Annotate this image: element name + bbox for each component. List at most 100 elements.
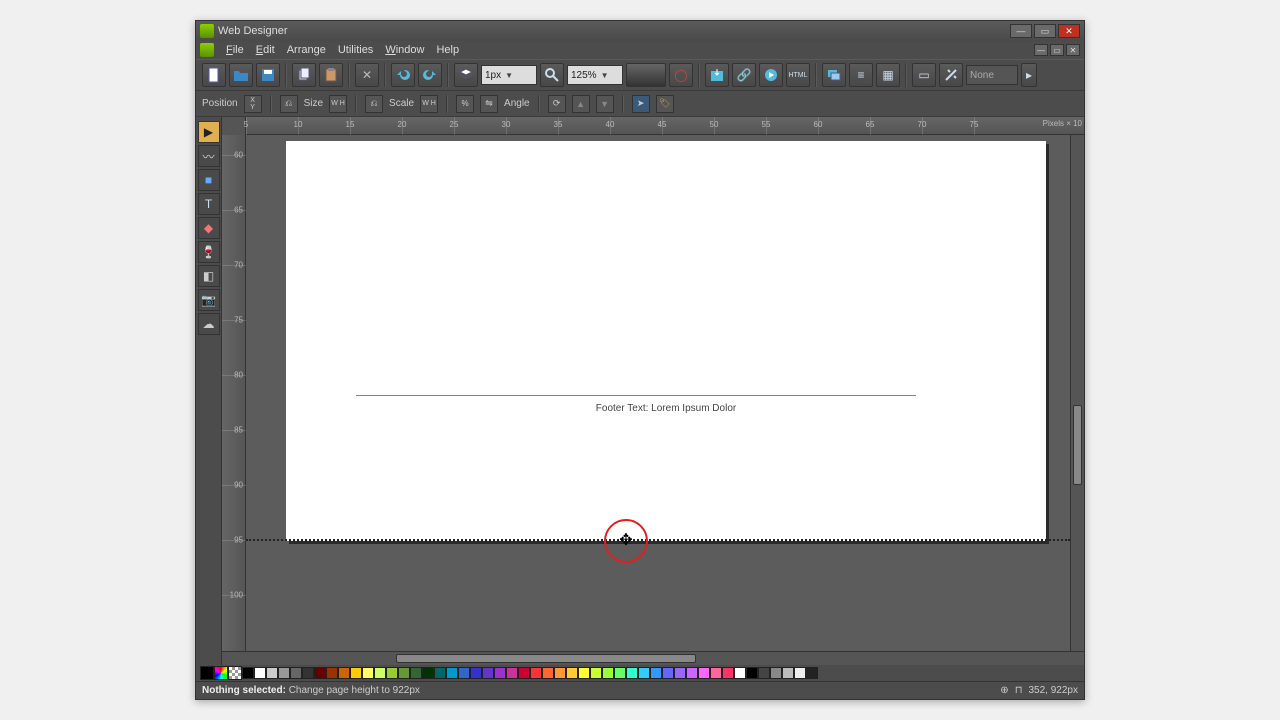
color-swatch[interactable] bbox=[806, 667, 818, 679]
selector-tool-icon[interactable]: ▶ bbox=[198, 121, 220, 143]
color-swatch[interactable] bbox=[530, 667, 542, 679]
names-combo[interactable]: None bbox=[966, 65, 1018, 85]
vertical-scroll-thumb[interactable] bbox=[1073, 405, 1082, 485]
vertical-scrollbar[interactable] bbox=[1070, 135, 1084, 651]
color-swatch[interactable] bbox=[770, 667, 782, 679]
flip-icon[interactable]: ⇋ bbox=[480, 95, 498, 113]
color-swatch[interactable] bbox=[590, 667, 602, 679]
color-swatch[interactable] bbox=[686, 667, 698, 679]
doc-restore-button[interactable]: ▭ bbox=[1050, 44, 1064, 56]
color-swatch[interactable] bbox=[374, 667, 386, 679]
current-fill-swatch[interactable] bbox=[200, 666, 214, 680]
menu-help[interactable]: Help bbox=[430, 44, 465, 56]
color-swatch[interactable] bbox=[578, 667, 590, 679]
color-swatch[interactable] bbox=[506, 667, 518, 679]
horizontal-scroll-thumb[interactable] bbox=[396, 654, 696, 663]
color-swatch[interactable] bbox=[470, 667, 482, 679]
pointer-mode-icon[interactable]: ➤ bbox=[632, 95, 650, 113]
color-swatch[interactable] bbox=[662, 667, 674, 679]
html-icon[interactable]: HTML bbox=[786, 63, 810, 87]
titlebar[interactable]: Web Designer — ▭ ✕ bbox=[196, 21, 1084, 41]
ruler-vertical[interactable]: 6065707580859095100 bbox=[222, 135, 246, 651]
color-swatch[interactable] bbox=[794, 667, 806, 679]
color-swatch[interactable] bbox=[650, 667, 662, 679]
canvas-footer-text[interactable]: Footer Text: Lorem Ipsum Dolor bbox=[286, 403, 1046, 414]
color-swatch[interactable] bbox=[446, 667, 458, 679]
color-swatch[interactable] bbox=[710, 667, 722, 679]
menu-edit[interactable]: Edit bbox=[250, 44, 281, 56]
layers-icon[interactable] bbox=[454, 63, 478, 87]
stroke-width-combo[interactable]: 1px▼ bbox=[481, 65, 537, 85]
color-swatch[interactable] bbox=[422, 667, 434, 679]
color-swatch[interactable] bbox=[266, 667, 278, 679]
lock-icon[interactable]: ⎌ bbox=[280, 95, 298, 113]
no-color-swatch[interactable] bbox=[228, 666, 242, 680]
color-swatch[interactable] bbox=[290, 667, 302, 679]
color-swatch[interactable] bbox=[758, 667, 770, 679]
freehand-tool-icon[interactable]: 〰 bbox=[198, 145, 220, 167]
horizontal-scrollbar[interactable] bbox=[246, 651, 1070, 665]
rectangle-tool-icon[interactable]: ■ bbox=[198, 169, 220, 191]
color-swatch[interactable] bbox=[614, 667, 626, 679]
color-swatch[interactable] bbox=[278, 667, 290, 679]
color-swatch[interactable] bbox=[698, 667, 710, 679]
color-swatch[interactable] bbox=[734, 667, 746, 679]
scale-wh-icon[interactable]: W H bbox=[420, 95, 438, 113]
color-swatch[interactable] bbox=[518, 667, 530, 679]
copy-icon[interactable] bbox=[292, 63, 316, 87]
text-tool-icon[interactable]: T bbox=[198, 193, 220, 215]
link-icon[interactable]: 🔗 bbox=[732, 63, 756, 87]
align-top-icon[interactable]: ≡ bbox=[849, 63, 873, 87]
color-swatch[interactable] bbox=[542, 667, 554, 679]
grid-icon[interactable]: ▦ bbox=[876, 63, 900, 87]
status-magnet-icon[interactable]: ⊓ bbox=[1015, 685, 1023, 696]
status-snap-icon[interactable]: ⊕ bbox=[1000, 685, 1008, 696]
color-swatch[interactable] bbox=[482, 667, 494, 679]
page-edge-drag-guide[interactable] bbox=[246, 539, 1070, 541]
maximize-button[interactable]: ▭ bbox=[1034, 24, 1056, 38]
transparency-tool-icon[interactable]: 🍷 bbox=[198, 241, 220, 263]
doc-minimize-button[interactable]: — bbox=[1034, 44, 1048, 56]
color-swatch[interactable] bbox=[410, 667, 422, 679]
color-swatch[interactable] bbox=[602, 667, 614, 679]
color-swatch[interactable] bbox=[566, 667, 578, 679]
menu-utilities[interactable]: Utilities bbox=[332, 44, 379, 56]
preview-icon[interactable] bbox=[759, 63, 783, 87]
menu-window[interactable]: Window bbox=[379, 44, 430, 56]
export-icon[interactable] bbox=[705, 63, 729, 87]
shadow-tool-icon[interactable]: ◧ bbox=[198, 265, 220, 287]
zoom-combo[interactable]: 125%▼ bbox=[567, 65, 623, 85]
guide-line[interactable] bbox=[356, 395, 916, 396]
menu-arrange[interactable]: Arrange bbox=[281, 44, 332, 56]
color-swatch[interactable] bbox=[386, 667, 398, 679]
minimize-button[interactable]: — bbox=[1010, 24, 1032, 38]
color-swatch[interactable] bbox=[782, 667, 794, 679]
aspect-wh-icon[interactable]: W H bbox=[329, 95, 347, 113]
color-swatch[interactable] bbox=[638, 667, 650, 679]
redo-icon[interactable] bbox=[418, 63, 442, 87]
undo-icon[interactable] bbox=[391, 63, 415, 87]
color-swatch[interactable] bbox=[746, 667, 758, 679]
open-file-icon[interactable] bbox=[229, 63, 253, 87]
flip-v-icon[interactable]: ▼ bbox=[596, 95, 614, 113]
photo-tool-icon[interactable]: 📷 bbox=[198, 289, 220, 311]
color-swatch[interactable] bbox=[338, 667, 350, 679]
color-swatch[interactable] bbox=[242, 667, 254, 679]
menu-file[interactable]: File bbox=[220, 44, 250, 56]
fill-tool-icon[interactable]: ◆ bbox=[198, 217, 220, 239]
ruler-horizontal[interactable]: 51015202530354045505560657075 Pixels × 1… bbox=[222, 117, 1084, 135]
eraser-tool-icon[interactable]: ☁ bbox=[198, 313, 220, 335]
lock-scale-icon[interactable]: ⎌ bbox=[365, 95, 383, 113]
tag-icon[interactable]: 🏷 bbox=[656, 95, 674, 113]
viewport[interactable]: Footer Text: Lorem Ipsum Dolor ✥ bbox=[246, 135, 1070, 651]
close-button[interactable]: ✕ bbox=[1058, 24, 1080, 38]
percent-icon[interactable]: % bbox=[456, 95, 474, 113]
rotate-icon[interactable]: ⟳ bbox=[548, 95, 566, 113]
color-swatch[interactable] bbox=[302, 667, 314, 679]
color-swatch[interactable] bbox=[674, 667, 686, 679]
doc-close-button[interactable]: ✕ bbox=[1066, 44, 1080, 56]
color-picker-icon[interactable] bbox=[214, 666, 228, 680]
color-swatch[interactable] bbox=[458, 667, 470, 679]
color-swatch[interactable] bbox=[350, 667, 362, 679]
paste-icon[interactable] bbox=[319, 63, 343, 87]
